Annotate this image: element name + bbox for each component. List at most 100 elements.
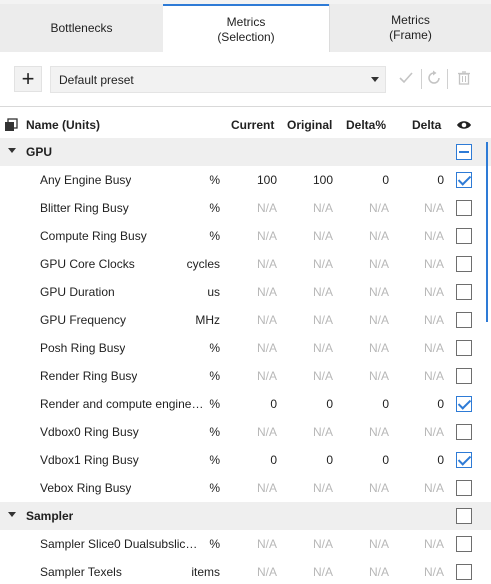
metric-original: N/A (312, 313, 333, 327)
metric-visibility-checkbox[interactable] (456, 228, 472, 244)
metric-unit: % (209, 481, 220, 495)
metric-visibility-checkbox[interactable] (456, 424, 472, 440)
metric-row[interactable]: Vebox Ring Busy% N/A N/A N/A N/A (0, 474, 491, 502)
scrollbar[interactable] (486, 142, 488, 322)
metric-visibility-checkbox[interactable] (456, 536, 472, 552)
group-name: GPU (26, 145, 53, 159)
metric-visibility-checkbox[interactable] (456, 340, 472, 356)
metric-visibility-checkbox[interactable] (456, 284, 472, 300)
metric-delta-pct: 0 (382, 397, 389, 411)
metric-current: N/A (256, 257, 277, 271)
metric-unit: % (209, 453, 220, 467)
metric-row[interactable]: Vdbox1 Ring Busy% 0 0 0 0 (0, 446, 491, 474)
tab-bar: Bottlenecks Metrics (Selection) Metrics … (0, 0, 491, 53)
chevron-down-icon (371, 77, 379, 82)
header-delta-pct[interactable]: Delta% (346, 118, 386, 132)
metric-row[interactable]: GPU Core Clocks cycles N/A N/A N/A N/A (0, 250, 491, 278)
metric-original: N/A (312, 565, 333, 579)
metric-original: 0 (326, 397, 333, 411)
metric-delta-pct: N/A (368, 229, 389, 243)
tab-bottlenecks[interactable]: Bottlenecks (0, 4, 163, 52)
metric-visibility-checkbox[interactable] (456, 172, 472, 188)
metric-row[interactable]: Blitter Ring Busy% N/A N/A N/A N/A (0, 194, 491, 222)
metric-original: N/A (312, 285, 333, 299)
metric-unit: % (209, 341, 220, 355)
metric-visibility-checkbox[interactable] (456, 312, 472, 328)
metric-delta: N/A (423, 425, 444, 439)
metric-row[interactable]: Render and compute engines...% 0 0 0 0 (0, 390, 491, 418)
metric-visibility-checkbox[interactable] (456, 564, 472, 580)
add-preset-button[interactable]: + (14, 66, 42, 92)
metric-delta-pct: N/A (368, 369, 389, 383)
metric-original: N/A (312, 481, 333, 495)
metric-row[interactable]: Any Engine Busy% 100 100 0 0 (0, 166, 491, 194)
metric-current: 0 (270, 397, 277, 411)
metric-delta-pct: N/A (368, 257, 389, 271)
metric-visibility-checkbox[interactable] (456, 200, 472, 216)
group-row[interactable]: GPU (0, 138, 491, 166)
header-name[interactable]: Name (Units) (26, 118, 100, 132)
metric-delta: N/A (423, 369, 444, 383)
metric-delta: 0 (437, 397, 444, 411)
metric-unit: items (191, 565, 220, 579)
group-checkbox[interactable] (456, 144, 472, 160)
metric-name: Any Engine Busy (40, 173, 132, 187)
header-current[interactable]: Current (231, 118, 274, 132)
metric-name: Blitter Ring Busy (40, 201, 129, 215)
metric-current: 0 (270, 453, 277, 467)
metric-row[interactable]: Posh Ring Busy% N/A N/A N/A N/A (0, 334, 491, 362)
metric-original: N/A (312, 425, 333, 439)
metric-row[interactable]: Compute Ring Busy% N/A N/A N/A N/A (0, 222, 491, 250)
tab-metrics-selection[interactable]: Metrics (Selection) (163, 4, 329, 53)
metric-visibility-checkbox[interactable] (456, 256, 472, 272)
checkmark-icon[interactable] (397, 69, 415, 87)
metric-row[interactable]: Vdbox0 Ring Busy% N/A N/A N/A N/A (0, 418, 491, 446)
metric-delta: N/A (423, 341, 444, 355)
collapse-all-icon[interactable] (4, 118, 18, 132)
metric-name: Vebox Ring Busy (40, 481, 132, 495)
metric-current: N/A (256, 313, 277, 327)
toolbar-divider (421, 69, 422, 89)
metric-row[interactable]: Sampler Texels items N/A N/A N/A N/A (0, 558, 491, 584)
eye-icon[interactable] (456, 119, 472, 131)
metric-delta: N/A (423, 481, 444, 495)
metric-delta-pct: N/A (368, 481, 389, 495)
metric-current: N/A (256, 285, 277, 299)
metric-unit: % (209, 369, 220, 383)
metric-delta: N/A (423, 537, 444, 551)
metric-visibility-checkbox[interactable] (456, 480, 472, 496)
preset-select[interactable]: Default preset (50, 66, 386, 93)
metric-delta: 0 (437, 173, 444, 187)
metric-visibility-checkbox[interactable] (456, 368, 472, 384)
metric-delta: N/A (423, 313, 444, 327)
metric-row[interactable]: Render Ring Busy% N/A N/A N/A N/A (0, 362, 491, 390)
chevron-down-icon[interactable] (8, 148, 16, 153)
metric-name: GPU Duration (40, 285, 115, 299)
header-delta[interactable]: Delta (412, 118, 441, 132)
reset-icon[interactable] (425, 69, 443, 87)
chevron-down-icon[interactable] (8, 512, 16, 517)
trash-icon[interactable] (455, 69, 473, 87)
metric-name: Vdbox0 Ring Busy (40, 425, 139, 439)
metric-visibility-checkbox[interactable] (456, 452, 472, 468)
metric-row[interactable]: GPU Duration us N/A N/A N/A N/A (0, 278, 491, 306)
metric-delta: N/A (423, 285, 444, 299)
preset-select-value: Default preset (59, 72, 134, 87)
metric-delta-pct: 0 (382, 453, 389, 467)
metric-delta-pct: N/A (368, 341, 389, 355)
metrics-table-header: Name (Units) Current Original Delta% Del… (0, 111, 491, 139)
metric-unit: % (209, 229, 220, 243)
metric-row[interactable]: Sampler Slice0 Dualsubslice0 ...% N/A N/A N… (0, 530, 491, 558)
tab-metrics-frame[interactable]: Metrics (Frame) (329, 4, 491, 52)
metric-delta: 0 (437, 453, 444, 467)
metric-original: 0 (326, 453, 333, 467)
header-original[interactable]: Original (287, 118, 332, 132)
metric-visibility-checkbox[interactable] (456, 396, 472, 412)
metrics-toolbar: + Default preset (0, 53, 491, 107)
group-row[interactable]: Sampler (0, 502, 491, 530)
metric-row[interactable]: GPU Frequency MHz N/A N/A N/A N/A (0, 306, 491, 334)
metric-original: 100 (312, 173, 333, 187)
group-checkbox[interactable] (456, 508, 472, 524)
metric-original: N/A (312, 369, 333, 383)
metric-current: 100 (256, 173, 277, 187)
